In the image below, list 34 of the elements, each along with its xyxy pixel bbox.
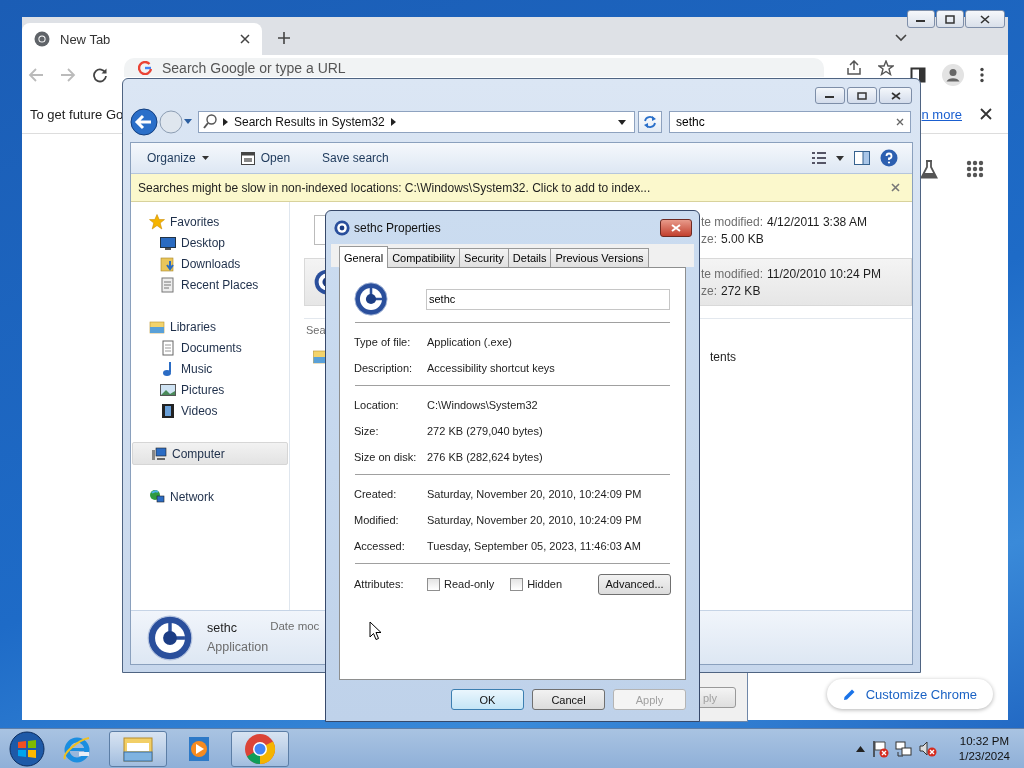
search-again-label: Sea — [306, 324, 326, 336]
field-value: 5.00 KB — [721, 231, 764, 246]
field-label: te modified: — [701, 214, 764, 229]
property-value: C:\Windows\System32 — [427, 399, 538, 411]
property-value: Tuesday, September 05, 2023, 11:46:03 AM — [427, 540, 641, 552]
property-label: Type of file: — [354, 336, 412, 348]
field-value: 11/20/2010 10:24 PM — [767, 266, 881, 281]
dialog-title: sethc Properties — [354, 220, 441, 235]
property-label: Size on disk: — [354, 451, 418, 463]
property-value: Saturday, November 20, 2010, 10:24:09 PM — [427, 514, 642, 526]
property-label: Description: — [354, 362, 414, 374]
property-value: 272 KB (279,040 bytes) — [427, 425, 543, 437]
file-name: sethc — [207, 621, 238, 635]
info-bar-text: Searches might be slow in non-indexed locations: C:\Windows\System32. Click to add to index... — [138, 180, 651, 195]
field-label: ze: — [701, 283, 717, 298]
file-type: Application — [207, 640, 269, 654]
tab-title: New Tab — [60, 31, 112, 47]
field-value: 272 KB — [721, 283, 761, 298]
field-value: 4/12/2011 3:38 AM — [767, 214, 867, 229]
property-value: Accessibility shortcut keys — [427, 362, 555, 374]
property-label: Created: — [354, 488, 398, 500]
property-label: Modified: — [354, 514, 400, 526]
checkbox-label: Hidden — [527, 578, 562, 590]
property-label: Location: — [354, 399, 400, 411]
property-value: Saturday, November 20, 2010, 10:24:09 PM — [427, 488, 642, 500]
property-value: 276 KB (282,624 bytes) — [427, 451, 543, 463]
property-label: Accessed: — [354, 540, 406, 552]
property-value: Application (.exe) — [427, 336, 512, 348]
checkbox-label: Read-only — [444, 578, 495, 590]
date-modified-label: Date moc — [270, 620, 320, 632]
property-label: Size: — [354, 425, 380, 437]
property-label: Attributes: — [354, 578, 405, 590]
field-label: ze: — [701, 231, 717, 246]
field-label: te modified: — [701, 266, 764, 281]
